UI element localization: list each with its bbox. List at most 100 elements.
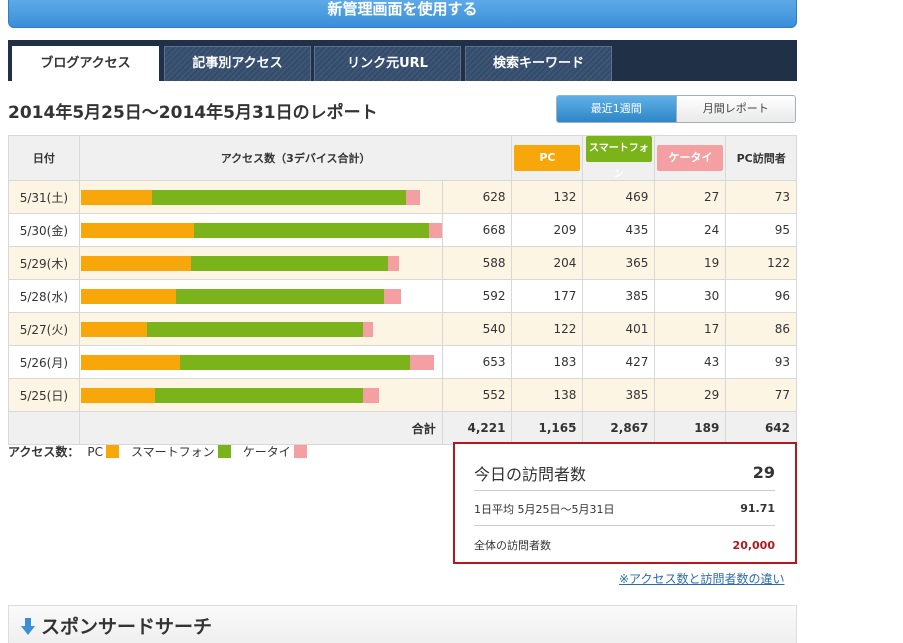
row-date: 5/27(火) <box>8 312 80 346</box>
row-keitai: 27 <box>654 180 727 214</box>
table-row: 5/31(土) 628 132 469 27 73 <box>8 180 797 214</box>
today-visitors-box: 今日の訪問者数 29 1日平均 5月25日〜5月31日 91.71 全体の訪問者… <box>453 442 797 564</box>
row-date: 5/30(金) <box>8 213 80 247</box>
row-pc: 122 <box>511 312 584 346</box>
row-total: 552 <box>441 378 513 412</box>
monthly-report-button[interactable]: 月間レポート <box>675 96 795 122</box>
bar-keitai <box>388 255 399 271</box>
arrow-down-icon <box>21 618 35 635</box>
access-table: 日付 アクセス数（3デバイス合計） PC スマートフォン ケータイ PC訪問者 … <box>8 135 797 445</box>
recent-week-button[interactable]: 最近1週間 <box>557 96 676 122</box>
row-pc-visitors: 96 <box>725 279 797 313</box>
row-total: 653 <box>441 345 513 379</box>
table-sum-row: 合計 4,221 1,165 2,867 189 642 <box>8 411 797 445</box>
bar-pc <box>80 222 194 238</box>
row-date: 5/26(月) <box>8 345 80 379</box>
tab-article-access[interactable]: 記事別アクセス <box>164 46 311 81</box>
bar-keitai <box>405 189 421 205</box>
header-keitai-label: ケータイ <box>657 145 724 171</box>
tab-blog-access[interactable]: ブログアクセス <box>12 46 159 81</box>
stacked-bar <box>80 222 442 238</box>
bar-smartphone <box>155 387 364 403</box>
stacked-bar <box>80 321 442 337</box>
table-header-row: 日付 アクセス数（3デバイス合計） PC スマートフォン ケータイ PC訪問者 <box>8 135 797 181</box>
stacked-bar <box>80 288 442 304</box>
row-bar-cell <box>78 213 443 247</box>
row-pc-visitors: 77 <box>725 378 797 412</box>
row-keitai: 17 <box>654 312 727 346</box>
row-keitai: 43 <box>654 345 727 379</box>
new-admin-screen-button[interactable]: 新管理画面を使用する <box>8 0 797 28</box>
sponsored-search-section: スポンサードサーチ <box>8 605 797 643</box>
header-smartphone: スマートフォン <box>582 135 656 181</box>
bar-pc <box>80 189 153 205</box>
bar-keitai <box>428 222 442 238</box>
row-pc: 132 <box>511 180 584 214</box>
bar-smartphone <box>176 288 385 304</box>
legend-keitai-label: ケータイ <box>242 445 291 459</box>
row-pc-visitors: 93 <box>725 345 797 379</box>
table-row: 5/30(金) 668 209 435 24 95 <box>8 213 797 247</box>
bar-smartphone <box>191 255 389 271</box>
table-row: 5/27(火) 540 122 401 17 86 <box>8 312 797 346</box>
row-pc-visitors: 86 <box>725 312 797 346</box>
legend-pc-label: PC <box>87 444 104 459</box>
sum-pc: 1,165 <box>511 411 584 445</box>
row-date: 5/25(日) <box>8 378 80 412</box>
stacked-bar <box>80 387 442 403</box>
row-bar-cell <box>78 246 443 280</box>
bar-smartphone <box>152 189 406 205</box>
row-total: 592 <box>441 279 513 313</box>
bar-keitai <box>384 288 401 304</box>
access-vs-visitors-link[interactable]: ※アクセス数と訪問者数の違い <box>619 570 784 587</box>
today-visitors-label: 今日の訪問者数 <box>474 464 587 484</box>
row-smartphone: 401 <box>582 312 656 346</box>
sum-pc-visitors: 642 <box>725 411 797 445</box>
legend-keitai-swatch <box>293 445 307 458</box>
header-access: アクセス数（3デバイス合計） <box>78 135 513 181</box>
table-row: 5/28(水) 592 177 385 30 96 <box>8 279 797 313</box>
bar-smartphone <box>146 321 364 337</box>
header-pc-visitors: PC訪問者 <box>725 135 797 181</box>
row-pc: 209 <box>511 213 584 247</box>
stacked-bar <box>80 255 442 271</box>
row-date: 5/31(土) <box>8 180 80 214</box>
row-bar-cell <box>78 345 443 379</box>
row-pc: 138 <box>511 378 584 412</box>
stacked-bar <box>80 189 442 205</box>
row-pc-visitors: 95 <box>725 213 797 247</box>
sum-total: 4,221 <box>441 411 513 445</box>
bar-keitai <box>363 387 380 403</box>
sponsored-search-title: スポンサードサーチ <box>41 616 213 638</box>
bar-smartphone <box>193 222 429 238</box>
table-row: 5/25(日) 552 138 385 29 77 <box>8 378 797 412</box>
daily-average-label: 1日平均 5月25日〜5月31日 <box>474 502 615 516</box>
bar-pc <box>80 321 147 337</box>
row-smartphone: 435 <box>582 213 656 247</box>
row-keitai: 24 <box>654 213 727 247</box>
row-date: 5/28(水) <box>8 279 80 313</box>
header-pc-label: PC <box>514 145 581 171</box>
sum-keitai: 189 <box>654 411 727 445</box>
daily-average-row: 1日平均 5月25日〜5月31日 91.71 <box>474 492 775 526</box>
row-bar-cell <box>78 180 443 214</box>
page: 新管理画面を使用する ブログアクセス 記事別アクセス リンク元URL 検索キーワ… <box>0 0 903 643</box>
tab-referrer-url[interactable]: リンク元URL <box>314 46 461 81</box>
row-pc: 183 <box>511 345 584 379</box>
total-visitors-row: 全体の訪問者数 20,000 <box>474 528 775 562</box>
row-bar-cell <box>78 279 443 313</box>
row-smartphone: 365 <box>582 246 656 280</box>
row-total: 540 <box>441 312 513 346</box>
header-keitai: ケータイ <box>654 135 727 181</box>
row-smartphone: 427 <box>582 345 656 379</box>
sum-smartphone: 2,867 <box>582 411 656 445</box>
row-total: 588 <box>441 246 513 280</box>
total-visitors-value: 20,000 <box>732 538 775 552</box>
legend-smartphone-label: スマートフォン <box>131 445 215 459</box>
row-date: 5/29(木) <box>8 246 80 280</box>
legend-pc-swatch <box>106 445 120 458</box>
table-row: 5/29(木) 588 204 365 19 122 <box>8 246 797 280</box>
sum-label: 合計 <box>78 411 443 445</box>
tab-search-keyword[interactable]: 検索キーワード <box>465 46 612 81</box>
stacked-bar <box>80 354 442 370</box>
